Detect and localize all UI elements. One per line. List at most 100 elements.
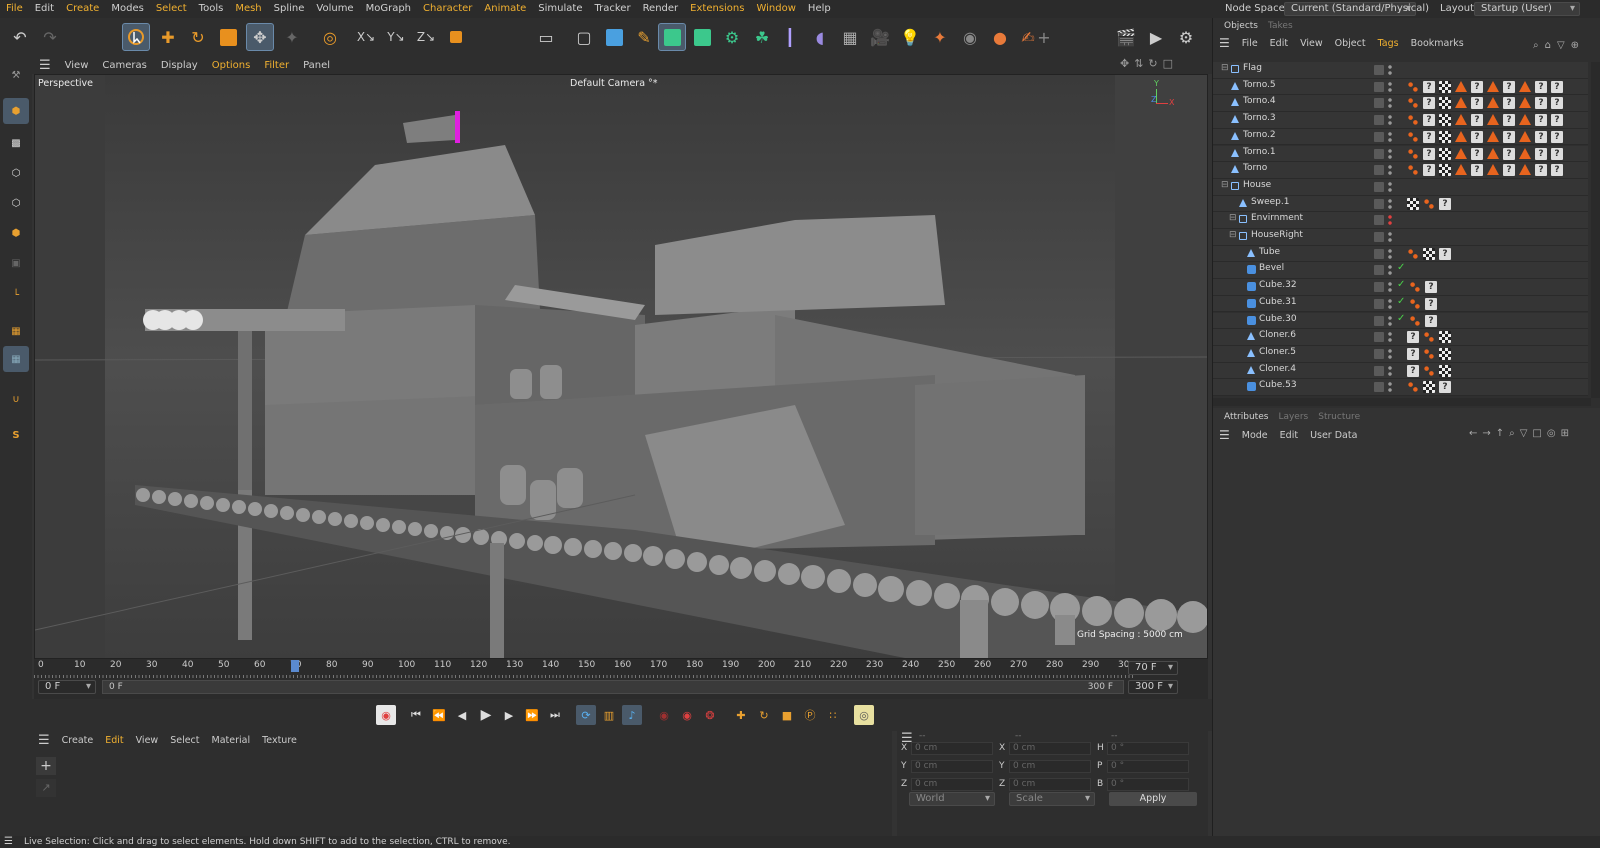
visibility-toggle-icon[interactable] [1374, 365, 1384, 376]
texture-tag-icon[interactable] [1439, 347, 1451, 360]
menu-mograph[interactable]: MoGraph [360, 0, 417, 18]
menu-character[interactable]: Character [417, 0, 478, 18]
render-dots-icon[interactable] [1388, 130, 1392, 143]
unknown-tag-icon[interactable]: ? [1551, 114, 1563, 127]
render-to-picture-viewer-icon[interactable]: ▶ [1142, 23, 1170, 51]
z-axis-lock-icon[interactable]: Z↘ [412, 23, 440, 51]
phong-tag-icon[interactable] [1407, 247, 1419, 260]
unknown-tag-icon[interactable]: ? [1471, 130, 1483, 143]
expand-icon[interactable]: ⊟ [1229, 230, 1237, 240]
unknown-tag-icon[interactable]: ? [1423, 147, 1435, 160]
render-dots-icon[interactable] [1388, 364, 1392, 377]
checkmark-icon[interactable]: ✓ [1397, 262, 1409, 274]
menu-tracker[interactable]: Tracker [588, 0, 636, 18]
unknown-tag-icon[interactable]: ? [1439, 381, 1451, 394]
render-dots-icon[interactable] [1388, 180, 1392, 193]
warning-tag-icon[interactable] [1487, 114, 1499, 126]
object-row[interactable]: Cube.53? [1213, 379, 1588, 396]
object-row[interactable]: ⊟ Flag [1213, 62, 1588, 79]
previous-key-icon[interactable]: ⏪ [429, 705, 449, 725]
phong-tag-icon[interactable] [1423, 347, 1435, 360]
menu-simulate[interactable]: Simulate [532, 0, 588, 18]
object-name[interactable]: Torno.5 [1243, 80, 1276, 90]
next-frame-icon[interactable]: ▶ [499, 705, 519, 725]
viewport-menu-filter[interactable]: Filter [257, 60, 296, 71]
warning-tag-icon[interactable] [1519, 80, 1531, 92]
make-editable-icon[interactable]: ⚒ [3, 62, 29, 88]
unknown-tag-icon[interactable]: ? [1535, 130, 1547, 143]
warning-tag-icon[interactable] [1519, 147, 1531, 159]
visibility-toggle-icon[interactable] [1374, 115, 1384, 126]
unknown-tag-icon[interactable]: ? [1535, 164, 1547, 177]
render-dots-icon[interactable] [1388, 97, 1392, 110]
unknown-tag-icon[interactable]: ? [1503, 147, 1515, 160]
coord-mode-select[interactable]: Scale [1009, 792, 1095, 806]
render-dots-icon[interactable] [1388, 297, 1392, 310]
unknown-tag-icon[interactable]: ? [1503, 80, 1515, 93]
object-name[interactable]: Cloner.5 [1259, 347, 1296, 357]
object-row[interactable]: Torno.2????? [1213, 128, 1588, 146]
phong-tag-icon[interactable] [1407, 114, 1419, 127]
viewport-menu-cameras[interactable]: Cameras [95, 60, 153, 71]
material-menu-view[interactable]: View [130, 735, 165, 746]
timeline[interactable]: 0102030405060708090100110120130140150160… [34, 659, 1208, 699]
coord-value-field[interactable]: 0 cm [1009, 760, 1091, 773]
object-name[interactable]: Sweep.1 [1251, 197, 1289, 207]
material-tool-icon[interactable]: ↗ [36, 779, 56, 797]
field-icon[interactable]: ◖ [806, 23, 834, 51]
unknown-tag-icon[interactable]: ? [1439, 247, 1451, 260]
texture-tag-icon[interactable] [1423, 247, 1435, 260]
texture-tag-icon[interactable] [1439, 114, 1451, 127]
objects-menu-file[interactable]: File [1236, 38, 1264, 49]
unknown-tag-icon[interactable]: ? [1551, 97, 1563, 110]
object-name[interactable]: Torno.4 [1243, 96, 1276, 106]
phong-tag-icon[interactable] [1407, 147, 1419, 160]
phong-tag-icon[interactable] [1409, 314, 1421, 327]
visibility-toggle-icon[interactable] [1374, 265, 1384, 276]
menu-render[interactable]: Render [637, 0, 685, 18]
render-view-icon[interactable]: 🎬 [1112, 23, 1140, 51]
object-name[interactable]: Cube.32 [1259, 280, 1297, 290]
unknown-tag-icon[interactable]: ? [1535, 114, 1547, 127]
objects-menu-edit[interactable]: Edit [1264, 38, 1294, 49]
warning-tag-icon[interactable] [1487, 164, 1499, 176]
render-dots-icon[interactable] [1388, 214, 1392, 227]
render-dots-icon[interactable] [1388, 314, 1392, 327]
object-name[interactable]: Envirnment [1251, 213, 1303, 223]
texture-tag-icon[interactable] [1439, 364, 1451, 377]
tab-attributes[interactable]: Attributes [1219, 412, 1273, 422]
scene-icon[interactable]: ✦ [926, 23, 954, 51]
render-dots-icon[interactable] [1388, 247, 1392, 260]
phong-tag-icon[interactable] [1407, 97, 1419, 110]
phong-tag-icon[interactable] [1407, 164, 1419, 177]
key-scale-icon[interactable]: ■ [777, 705, 797, 725]
viewport-hamburger-icon[interactable]: ☰ [32, 58, 58, 73]
solo-icon[interactable]: S [3, 422, 29, 448]
render-settings-icon[interactable]: ⚙ [1172, 23, 1200, 51]
visibility-toggle-icon[interactable] [1374, 65, 1384, 75]
key-param-icon[interactable]: Ⓟ [800, 705, 820, 725]
checkmark-icon[interactable]: ✓ [1397, 296, 1409, 308]
go-to-end-icon[interactable]: ⏭ [545, 705, 565, 725]
material-menu-create[interactable]: Create [56, 735, 100, 746]
floor-icon[interactable]: ▦ [836, 23, 864, 51]
redo-icon[interactable]: ↷ [36, 23, 64, 51]
sound-icon[interactable]: ♪ [622, 705, 642, 725]
render-dots-icon[interactable] [1388, 381, 1392, 394]
object-name[interactable]: Cube.53 [1259, 380, 1297, 390]
phong-tag-icon[interactable] [1409, 281, 1421, 294]
material-hamburger-icon[interactable]: ☰ [32, 733, 56, 748]
unknown-tag-icon[interactable]: ? [1425, 281, 1437, 294]
warning-tag-icon[interactable] [1455, 147, 1467, 159]
unknown-tag-icon[interactable]: ? [1535, 80, 1547, 93]
unknown-tag-icon[interactable]: ? [1471, 114, 1483, 127]
objects-search-icons[interactable]: ⌕⌂▽⊕ [1533, 40, 1585, 51]
fps-icon[interactable]: ▥ [599, 705, 619, 725]
coord-value-field[interactable]: 0 ° [1107, 778, 1189, 791]
render-dots-icon[interactable] [1388, 114, 1392, 127]
subdivision-icon[interactable] [658, 23, 686, 51]
warning-tag-icon[interactable] [1519, 97, 1531, 109]
unknown-tag-icon[interactable]: ? [1423, 164, 1435, 177]
visibility-toggle-icon[interactable] [1374, 315, 1384, 326]
menu-spline[interactable]: Spline [268, 0, 311, 18]
